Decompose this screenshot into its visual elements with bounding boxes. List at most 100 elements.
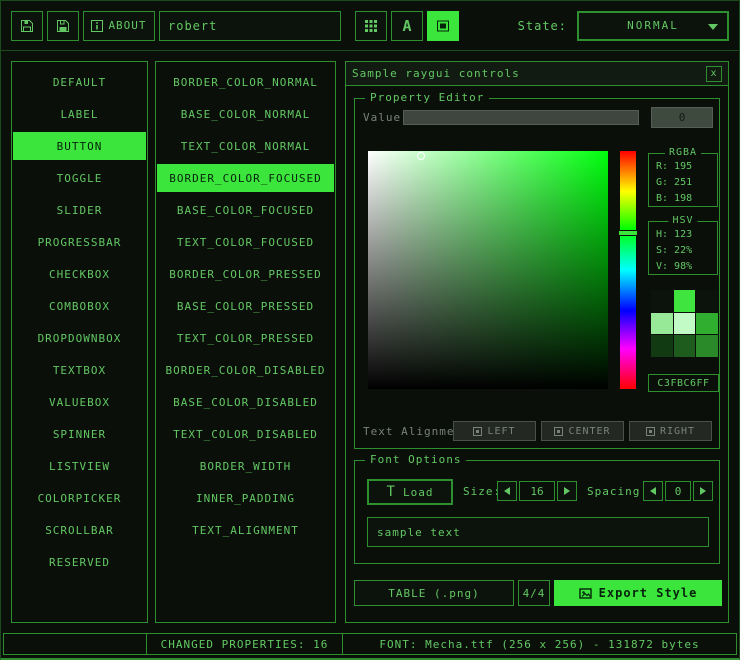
arrow-left-icon [650,487,656,495]
property-item-border-color-pressed[interactable]: BORDER_COLOR_PRESSED [157,260,334,288]
status-bar: CHANGED PROPERTIES: 16 FONT: Mecha.ttf (… [3,633,737,655]
palette-swatch[interactable] [696,313,718,335]
palette-swatch[interactable] [651,335,673,357]
window-titlebar[interactable]: Sample raygui controls x [346,62,728,86]
property-item-base-color-disabled[interactable]: BASE_COLOR_DISABLED [157,388,334,416]
control-item-default[interactable]: DEFAULT [13,68,146,96]
align-right-button[interactable]: RIGHT [629,421,712,441]
align-right-icon [646,427,655,436]
hex-color-value[interactable]: C3FBC6FF [648,374,719,392]
font-options-group: Font Options T Load Size: 16 Spacing: 0 [354,460,720,564]
property-item-border-color-focused[interactable]: BORDER_COLOR_FOCUSED [157,164,334,192]
font-size-increase-button[interactable] [557,481,577,501]
export-style-button[interactable]: Export Style [554,580,722,606]
palette-swatch[interactable] [651,313,673,335]
hue-slider[interactable] [620,151,636,389]
hsv-saturation-value: S: 22% [649,242,717,258]
text-icon: T [387,484,396,500]
align-left-label: LEFT [487,426,515,437]
property-item-border-color-normal[interactable]: BORDER_COLOR_NORMAL [157,68,334,96]
control-item-listview[interactable]: LISTVIEW [13,452,146,480]
align-left-button[interactable]: LEFT [453,421,536,441]
font-spacing-value[interactable]: 0 [665,481,691,501]
palette-swatch[interactable] [651,290,673,312]
property-item-base-color-normal[interactable]: BASE_COLOR_NORMAL [157,100,334,128]
hex-color-text: C3FBC6FF [657,378,709,389]
property-item-text-color-disabled[interactable]: TEXT_COLOR_DISABLED [157,420,334,448]
control-item-checkbox[interactable]: CHECKBOX [13,260,146,288]
font-size-value-text: 16 [530,485,543,498]
export-format-dropdown[interactable]: TABLE (.png) [354,580,514,606]
rgba-blue-value: B: 198 [649,190,717,206]
property-item-text-color-pressed[interactable]: TEXT_COLOR_PRESSED [157,324,334,352]
control-item-slider[interactable]: SLIDER [13,196,146,224]
export-pages-value[interactable]: 4/4 [518,580,550,606]
control-item-dropdownbox[interactable]: DROPDOWNBOX [13,324,146,352]
image-icon [436,19,450,33]
window-title: Sample raygui controls [352,67,520,80]
control-item-colorpicker[interactable]: COLORPICKER [13,484,146,512]
font-load-button[interactable]: T Load [367,479,453,505]
property-item-text-color-normal[interactable]: TEXT_COLOR_NORMAL [157,132,334,160]
property-item-border-width[interactable]: BORDER_WIDTH [157,452,334,480]
window-close-button[interactable]: x [706,66,722,82]
control-item-spinner[interactable]: SPINNER [13,420,146,448]
palette-swatch[interactable] [674,290,696,312]
property-item-text-alignment[interactable]: TEXT_ALIGNMENT [157,516,334,544]
font-size-label: Size: [463,485,501,498]
value-box[interactable]: 0 [651,107,713,128]
control-item-textbox[interactable]: TEXTBOX [13,356,146,384]
color-picker-panel[interactable] [368,151,608,389]
load-style-button[interactable] [11,11,43,41]
property-item-border-color-disabled[interactable]: BORDER_COLOR_DISABLED [157,356,334,384]
font-spacing-increase-button[interactable] [693,481,713,501]
control-item-reserved[interactable]: RESERVED [13,548,146,576]
export-pages-text: 4/4 [523,587,546,600]
rgba-panel-title: RGBA [665,147,701,158]
floppy-disk-icon [56,19,70,33]
property-item-base-color-focused[interactable]: BASE_COLOR_FOCUSED [157,196,334,224]
state-dropdown[interactable]: NORMAL [577,11,729,41]
sample-text-input[interactable] [367,517,709,547]
chevron-down-icon [708,24,718,30]
font-spacing-decrease-button[interactable] [643,481,663,501]
changed-properties-text: CHANGED PROPERTIES: 16 [161,638,329,651]
font-size-decrease-button[interactable] [497,481,517,501]
palette-swatch[interactable] [696,290,718,312]
font-spacing-label: Spacing: [587,485,648,498]
about-button[interactable]: ABOUT [83,11,155,41]
status-font-info: FONT: Mecha.ttf (256 x 256) - 131872 byt… [342,633,737,655]
hue-slider-cursor[interactable] [618,230,638,236]
property-item-inner-padding[interactable]: INNER_PADDING [157,484,334,512]
state-dropdown-value: NORMAL [627,19,679,32]
control-item-progressbar[interactable]: PROGRESSBAR [13,228,146,256]
control-item-label[interactable]: LABEL [13,100,146,128]
control-item-button[interactable]: BUTTON [13,132,146,160]
control-item-scrollbar[interactable]: SCROLLBAR [13,516,146,544]
control-item-combobox[interactable]: COMBOBOX [13,292,146,320]
controls-grid-view-button[interactable] [355,11,387,41]
control-item-valuebox[interactable]: VALUEBOX [13,388,146,416]
value-slider[interactable] [403,110,639,125]
property-item-base-color-pressed[interactable]: BASE_COLOR_PRESSED [157,292,334,320]
palette-swatch[interactable] [674,335,696,357]
palette-swatch[interactable] [696,335,718,357]
rguistyler-app: ABOUT A State: NORMAL DEFAULT [0,0,740,660]
palette-swatch[interactable] [674,313,696,335]
control-item-toggle[interactable]: TOGGLE [13,164,146,192]
toolbar: ABOUT A State: NORMAL [1,1,739,51]
save-style-button[interactable] [47,11,79,41]
hsv-panel: HSV H: 123 S: 22% V: 98% [648,221,718,275]
font-view-button[interactable]: A [391,11,423,41]
export-image-icon [579,587,592,600]
color-picker-cursor[interactable] [417,152,425,160]
property-item-text-color-focused[interactable]: TEXT_COLOR_FOCUSED [157,228,334,256]
align-center-button[interactable]: CENTER [541,421,624,441]
font-size-value[interactable]: 16 [519,481,555,501]
style-name-input[interactable] [159,11,341,41]
info-icon [91,20,103,32]
arrow-right-icon [564,487,570,495]
style-table-view-button[interactable] [427,11,459,41]
controls-list: DEFAULT LABEL BUTTON TOGGLE SLIDER PROGR… [11,61,148,623]
align-left-icon [473,427,482,436]
